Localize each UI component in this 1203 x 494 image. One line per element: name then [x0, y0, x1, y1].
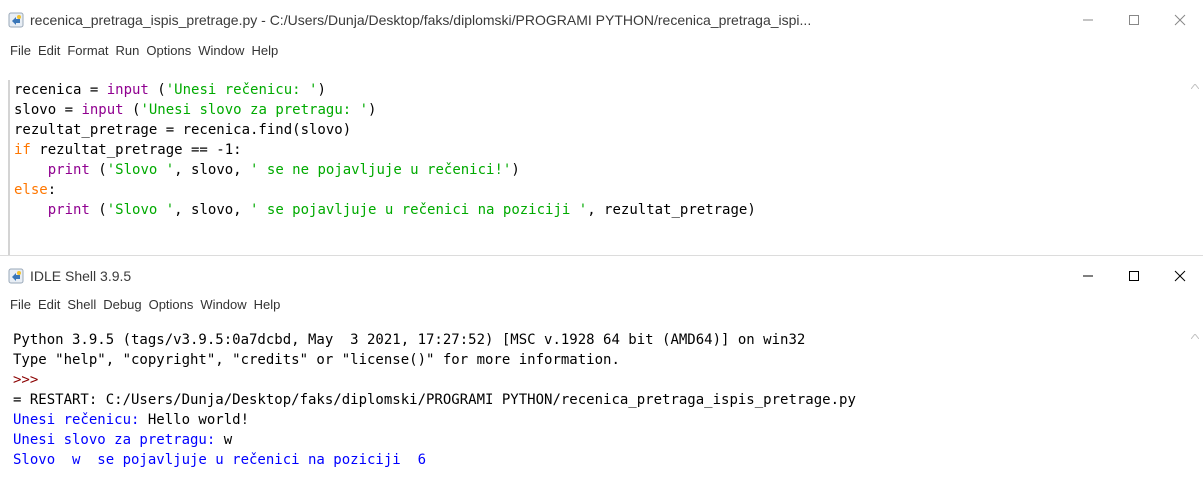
shell-banner-line: Python 3.9.5 (tags/v3.9.5:0a7dcbd, May 3… [13, 332, 806, 348]
editor-code-area[interactable]: recenica = input ('Unesi rečenicu: ') slo… [8, 80, 1187, 256]
close-icon [1174, 270, 1186, 282]
code-text: ( [148, 82, 166, 98]
minimize-icon [1083, 19, 1093, 21]
code-line: recenica = input ('Unesi rečenicu: ') [14, 80, 1187, 100]
shell-restart-line: = RESTART: C:/Users/Dunja/Desktop/faks/d… [13, 392, 856, 408]
menu-window[interactable]: Window [198, 43, 244, 58]
code-string: ' se ne pojavljuje u rečenici!' [250, 162, 512, 178]
scroll-up-arrow-icon[interactable] [1191, 334, 1199, 339]
code-text: rezultat_pretrage = recenica.find(slovo) [14, 122, 352, 138]
code-keyword: else [14, 182, 48, 198]
code-line: print ('Slovo ', slovo, ' se pojavljuje … [14, 200, 1187, 220]
minimize-button[interactable] [1065, 0, 1111, 40]
code-text: : [47, 182, 57, 198]
code-text: , rezultat_pretrage) [587, 202, 756, 218]
code-line: else: [14, 180, 1187, 200]
code-builtin: print [47, 162, 90, 178]
shell-prompt: >>> [13, 372, 39, 388]
shell-output-text: Unesi slovo za pretragu: [13, 432, 224, 448]
shell-title-bar[interactable]: IDLE Shell 3.9.5 [0, 256, 1203, 296]
shell-user-input: Hello world! [147, 412, 250, 428]
code-text: recenica = [14, 82, 107, 98]
editor-menu-bar: File Edit Format Run Options Window Help [0, 40, 1203, 60]
code-text: ( [89, 162, 107, 178]
close-button[interactable] [1157, 0, 1203, 40]
code-builtin: print [47, 202, 90, 218]
menu-file[interactable]: File [10, 297, 31, 312]
code-text: ( [89, 202, 107, 218]
code-text: rezultat_pretrage == -1: [30, 142, 242, 158]
code-line: print ('Slovo ', slovo, ' se ne pojavlju… [14, 160, 1187, 180]
code-string: 'Unesi rečenicu: ' [165, 82, 318, 98]
scroll-up-arrow-icon[interactable] [1191, 84, 1199, 89]
editor-window: recenica_pretraga_ispis_pretrage.py - C:… [0, 0, 1203, 256]
maximize-icon [1129, 271, 1139, 281]
code-text: , slovo, [174, 202, 251, 218]
code-text: , slovo, [174, 162, 251, 178]
code-string: 'Slovo ' [106, 202, 175, 218]
shell-menu-bar: File Edit Shell Debug Options Window Hel… [0, 294, 1203, 314]
python-file-icon [8, 12, 24, 28]
code-line: if rezultat_pretrage == -1: [14, 140, 1187, 160]
code-text: ) [511, 162, 520, 178]
menu-file[interactable]: File [10, 43, 31, 58]
editor-scrollbar[interactable] [1187, 80, 1203, 256]
shell-output-area[interactable]: Python 3.9.5 (tags/v3.9.5:0a7dcbd, May 3… [8, 330, 1187, 494]
shell-user-input: w [223, 432, 233, 448]
menu-help[interactable]: Help [254, 297, 281, 312]
code-text: ) [317, 82, 326, 98]
editor-title-bar[interactable]: recenica_pretraga_ispis_pretrage.py - C:… [0, 0, 1203, 40]
menu-help[interactable]: Help [251, 43, 278, 58]
menu-options[interactable]: Options [149, 297, 194, 312]
menu-window[interactable]: Window [200, 297, 246, 312]
close-icon [1174, 14, 1186, 26]
code-text: ) [368, 102, 377, 118]
code-keyword: if [14, 142, 31, 158]
shell-output-text: Unesi rečenicu: [13, 412, 148, 428]
maximize-icon [1129, 15, 1139, 25]
menu-edit[interactable]: Edit [38, 43, 60, 58]
code-string: ' se pojavljuje u rečenici na poziciji ' [250, 202, 588, 218]
code-builtin: input [106, 82, 149, 98]
menu-debug[interactable]: Debug [103, 297, 141, 312]
python-file-icon [8, 268, 24, 284]
shell-result-line: Slovo w se pojavljuje u rečenici na pozi… [13, 452, 427, 468]
code-line: rezultat_pretrage = recenica.find(slovo) [14, 120, 1187, 140]
code-line: slovo = input ('Unesi slovo za pretragu:… [14, 100, 1187, 120]
code-builtin: input [81, 102, 124, 118]
menu-options[interactable]: Options [146, 43, 191, 58]
code-string: 'Unesi slovo za pretragu: ' [140, 102, 369, 118]
code-text: ( [123, 102, 141, 118]
editor-title: recenica_pretraga_ispis_pretrage.py - C:… [30, 12, 812, 28]
menu-run[interactable]: Run [116, 43, 140, 58]
menu-format[interactable]: Format [67, 43, 108, 58]
menu-shell[interactable]: Shell [67, 297, 96, 312]
minimize-button[interactable] [1065, 256, 1111, 296]
shell-title: IDLE Shell 3.9.5 [30, 268, 132, 284]
code-string: 'Slovo ' [106, 162, 175, 178]
shell-input-line: Unesi slovo za pretragu: w [13, 430, 1187, 450]
shell-banner-line: Type "help", "copyright", "credits" or "… [13, 352, 620, 368]
shell-input-line: Unesi rečenicu: Hello world! [13, 410, 1187, 430]
maximize-button[interactable] [1111, 0, 1157, 40]
menu-edit[interactable]: Edit [38, 297, 60, 312]
minimize-icon [1083, 275, 1093, 277]
maximize-button[interactable] [1111, 256, 1157, 296]
close-button[interactable] [1157, 256, 1203, 296]
shell-window: IDLE Shell 3.9.5 File Edit Shell Debug O… [0, 256, 1203, 494]
shell-scrollbar[interactable] [1187, 330, 1203, 494]
code-text: slovo = [14, 102, 82, 118]
